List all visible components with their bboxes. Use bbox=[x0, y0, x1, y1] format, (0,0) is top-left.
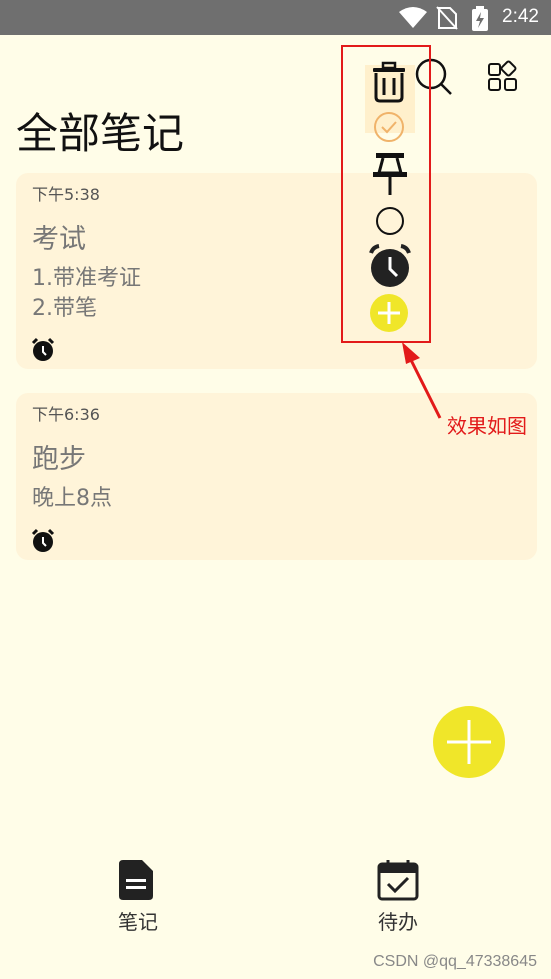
note-doc-icon bbox=[119, 860, 153, 900]
note-time: 下午6:36 bbox=[32, 405, 100, 424]
nav-notes-label: 笔记 bbox=[118, 910, 158, 934]
note-title: 跑步 bbox=[32, 444, 86, 475]
alarm-icon bbox=[31, 528, 55, 552]
alarm-icon bbox=[31, 337, 55, 361]
status-time: 2:42 bbox=[502, 6, 539, 27]
add-circle-icon[interactable] bbox=[369, 293, 409, 333]
add-note-button[interactable] bbox=[433, 706, 505, 778]
wifi-icon bbox=[399, 7, 427, 28]
note-body-line: 1.带准考证 bbox=[32, 266, 141, 291]
note-body-line: 2.带笔 bbox=[32, 296, 97, 321]
status-bar: 2:42 bbox=[0, 0, 551, 35]
note-body-line: 晚上8点 bbox=[32, 486, 112, 511]
check-circle-icon[interactable] bbox=[373, 111, 405, 143]
page-title: 全部笔记 bbox=[16, 109, 185, 158]
no-sim-icon bbox=[436, 6, 458, 30]
note-card[interactable]: 下午5:38 考试 1.带准考证 2.带笔 bbox=[16, 173, 537, 369]
action-popup-highlight bbox=[341, 45, 431, 343]
battery-charging-icon bbox=[472, 6, 488, 31]
nav-todo-label: 待办 bbox=[378, 910, 418, 934]
circle-outline-icon[interactable] bbox=[374, 205, 406, 237]
annotation-text: 效果如图 bbox=[447, 414, 527, 438]
note-title: 考试 bbox=[32, 224, 86, 255]
trash-icon[interactable] bbox=[368, 61, 410, 103]
note-time: 下午5:38 bbox=[32, 185, 100, 204]
pin-icon[interactable] bbox=[370, 151, 410, 197]
watermark: CSDN @qq_47338645 bbox=[373, 953, 537, 970]
bottom-nav: 笔记 待办 bbox=[0, 850, 551, 950]
alarm-clock-icon[interactable] bbox=[367, 243, 413, 289]
grid-view-icon[interactable] bbox=[486, 60, 520, 94]
annotation-arrow bbox=[402, 342, 442, 419]
plus-icon bbox=[447, 720, 491, 764]
calendar-check-icon bbox=[377, 860, 419, 901]
